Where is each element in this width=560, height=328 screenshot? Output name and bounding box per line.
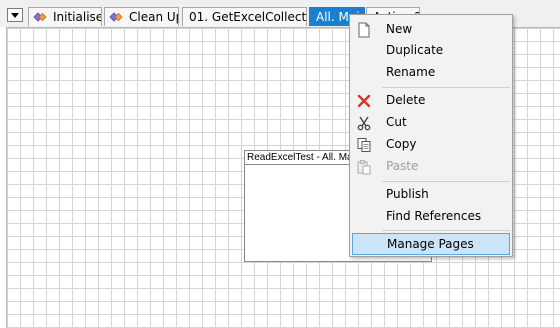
menu-separator xyxy=(382,87,510,88)
tab-label: Clean Up xyxy=(129,10,179,24)
menu-item-duplicate[interactable]: Duplicate xyxy=(352,39,510,61)
new-page-icon xyxy=(358,22,370,38)
copy-icon xyxy=(357,138,371,152)
process-icon xyxy=(109,12,123,22)
menu-item-label: Publish xyxy=(386,187,429,201)
menu-item-new[interactable]: New xyxy=(352,18,510,40)
menu-item-label: Paste xyxy=(386,159,419,173)
tab-getexcelcollection[interactable]: 01. GetExcelCollection xyxy=(182,7,307,26)
menu-item-cut[interactable]: Cut xyxy=(352,111,510,133)
tab-label: 01. GetExcelCollection xyxy=(189,10,307,24)
menu-item-label: Cut xyxy=(386,115,407,129)
menu-item-rename[interactable]: Rename xyxy=(352,61,510,83)
menu-item-copy[interactable]: Copy xyxy=(352,133,510,155)
menu-item-label: Rename xyxy=(386,65,436,79)
menu-separator xyxy=(382,230,510,231)
menu-item-label: Copy xyxy=(386,137,417,151)
menu-item-label: New xyxy=(386,22,413,36)
menu-item-find-references[interactable]: Find References xyxy=(352,205,510,227)
delete-icon xyxy=(357,94,371,108)
menu-item-label: Find References xyxy=(386,209,482,223)
menu-item-label: Manage Pages xyxy=(387,237,474,251)
menu-item-label: Delete xyxy=(386,93,426,107)
menu-separator xyxy=(382,181,510,182)
context-menu: New Duplicate Rename Delete Cut Copy Pas… xyxy=(349,14,513,257)
menu-item-manage-pages[interactable]: Manage Pages xyxy=(352,233,510,255)
paste-icon xyxy=(357,160,371,175)
tab-label: Initialise xyxy=(53,10,102,24)
scissors-icon xyxy=(357,116,371,131)
menu-item-paste[interactable]: Paste xyxy=(352,155,510,177)
chevron-down-icon xyxy=(11,13,19,18)
menu-item-label: Duplicate xyxy=(386,43,444,57)
tab-initialise[interactable]: Initialise xyxy=(28,7,102,26)
menu-item-delete[interactable]: Delete xyxy=(352,89,510,111)
process-icon xyxy=(33,12,47,22)
tab-list-dropdown-button[interactable] xyxy=(7,8,23,22)
tab-clean-up[interactable]: Clean Up xyxy=(104,7,179,26)
menu-item-publish[interactable]: Publish xyxy=(352,183,510,205)
